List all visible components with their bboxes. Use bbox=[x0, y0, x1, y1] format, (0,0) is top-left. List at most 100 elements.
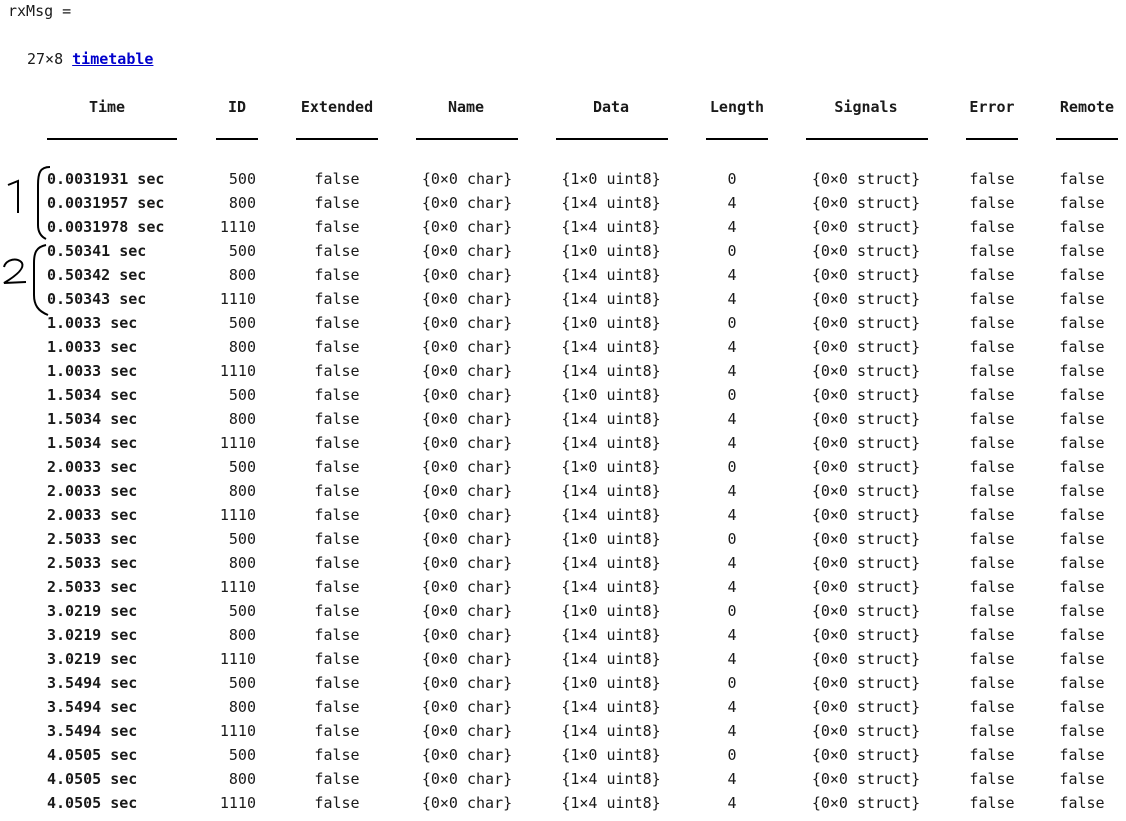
table-row: 1.5034 sec 1110 false {0×0 char} {1×4 uint8}… bbox=[0, 432, 1126, 456]
cell-extended: false bbox=[314, 746, 360, 764]
cell-signals: {0×0 struct} bbox=[811, 458, 921, 476]
cell-length: 4 bbox=[727, 290, 737, 308]
cell-length: 4 bbox=[727, 698, 737, 716]
cell-error: false bbox=[969, 602, 1015, 620]
cell-remote: false bbox=[1059, 506, 1105, 524]
cell-id: 1110 bbox=[219, 506, 256, 524]
cell-length: 4 bbox=[727, 554, 737, 572]
cell-time: 0.0031931 sec bbox=[47, 170, 165, 188]
cell-data: {1×0 uint8} bbox=[561, 242, 661, 260]
cell-error: false bbox=[969, 530, 1015, 548]
cell-id: 500 bbox=[228, 242, 256, 260]
cell-length: 0 bbox=[727, 674, 737, 692]
cell-remote: false bbox=[1059, 578, 1105, 596]
cell-time: 4.0505 sec bbox=[47, 794, 138, 812]
cell-length: 0 bbox=[727, 746, 737, 764]
cell-error: false bbox=[969, 578, 1015, 596]
cell-remote: false bbox=[1059, 698, 1105, 716]
cell-name: {0×0 char} bbox=[421, 554, 513, 572]
cell-signals: {0×0 struct} bbox=[811, 578, 921, 596]
cell-data: {1×4 uint8} bbox=[561, 626, 661, 644]
cell-signals: {0×0 struct} bbox=[811, 746, 921, 764]
cell-extended: false bbox=[314, 266, 360, 284]
table-row: 0.0031931 sec 500 false {0×0 char} {1×0 uint… bbox=[0, 168, 1126, 192]
cell-signals: {0×0 struct} bbox=[811, 650, 921, 668]
cell-extended: false bbox=[314, 578, 360, 596]
cell-signals: {0×0 struct} bbox=[811, 722, 921, 740]
cell-name: {0×0 char} bbox=[421, 290, 513, 308]
cell-data: {1×0 uint8} bbox=[561, 386, 661, 404]
header-extended: Extended bbox=[300, 98, 374, 116]
cell-signals: {0×0 struct} bbox=[811, 674, 921, 692]
timetable-link[interactable]: timetable bbox=[72, 50, 153, 68]
table-row: 0.50343 sec 1110 false {0×0 char} {1×4 uint8… bbox=[0, 288, 1126, 312]
cell-name: {0×0 char} bbox=[421, 458, 513, 476]
cell-extended: false bbox=[314, 698, 360, 716]
cell-name: {0×0 char} bbox=[421, 434, 513, 452]
cell-id: 500 bbox=[228, 458, 256, 476]
cell-length: 4 bbox=[727, 794, 737, 812]
cell-length: 4 bbox=[727, 410, 737, 428]
variable-name: rxMsg = bbox=[8, 2, 72, 20]
cell-id: 800 bbox=[228, 698, 256, 716]
cell-data: {1×4 uint8} bbox=[561, 194, 661, 212]
cell-time: 0.50341 sec bbox=[47, 242, 147, 260]
cell-id: 800 bbox=[228, 338, 256, 356]
table-row: 3.0219 sec 500 false {0×0 char} {1×0 uint8} 0… bbox=[0, 600, 1126, 624]
table-row: 0.50342 sec 800 false {0×0 char} {1×4 uint8}… bbox=[0, 264, 1126, 288]
cell-extended: false bbox=[314, 482, 360, 500]
cell-name: {0×0 char} bbox=[421, 266, 513, 284]
header-underline-signals bbox=[806, 138, 928, 140]
cell-error: false bbox=[969, 194, 1015, 212]
table-row: 1.0033 sec 1110 false {0×0 char} {1×4 uint8}… bbox=[0, 360, 1126, 384]
cell-remote: false bbox=[1059, 218, 1105, 236]
table-row: 0.50341 sec 500 false {0×0 char} {1×0 uint8}… bbox=[0, 240, 1126, 264]
cell-signals: {0×0 struct} bbox=[811, 554, 921, 572]
cell-remote: false bbox=[1059, 242, 1105, 260]
cell-time: 0.0031957 sec bbox=[47, 194, 165, 212]
cell-id: 500 bbox=[228, 746, 256, 764]
cell-data: {1×0 uint8} bbox=[561, 530, 661, 548]
table-body: 0.0031931 sec 500 false {0×0 char} {1×0 uint… bbox=[0, 168, 1126, 816]
cell-extended: false bbox=[314, 650, 360, 668]
cell-error: false bbox=[969, 554, 1015, 572]
cell-id: 500 bbox=[228, 314, 256, 332]
cell-signals: {0×0 struct} bbox=[811, 482, 921, 500]
table-size: 27×8 bbox=[27, 50, 64, 68]
cell-extended: false bbox=[314, 506, 360, 524]
cell-data: {1×0 uint8} bbox=[561, 674, 661, 692]
cell-id: 1110 bbox=[219, 290, 256, 308]
header-signals: Signals bbox=[834, 98, 898, 116]
header-underline-remote bbox=[1056, 138, 1118, 140]
cell-time: 2.5033 sec bbox=[47, 578, 138, 596]
header-remote: Remote bbox=[1059, 98, 1115, 116]
cell-error: false bbox=[969, 242, 1015, 260]
cell-time: 3.5494 sec bbox=[47, 722, 138, 740]
cell-length: 4 bbox=[727, 626, 737, 644]
cell-extended: false bbox=[314, 218, 360, 236]
header-time: Time bbox=[88, 98, 126, 116]
cell-error: false bbox=[969, 338, 1015, 356]
cell-length: 4 bbox=[727, 722, 737, 740]
cell-remote: false bbox=[1059, 530, 1105, 548]
cell-extended: false bbox=[314, 602, 360, 620]
table-row: 1.5034 sec 800 false {0×0 char} {1×4 uint8} 4… bbox=[0, 408, 1126, 432]
table-row: 0.0031978 sec 1110 false {0×0 char} {1×4 uin… bbox=[0, 216, 1126, 240]
cell-remote: false bbox=[1059, 626, 1105, 644]
cell-error: false bbox=[969, 290, 1015, 308]
cell-name: {0×0 char} bbox=[421, 242, 513, 260]
cell-length: 0 bbox=[727, 314, 737, 332]
cell-error: false bbox=[969, 722, 1015, 740]
cell-data: {1×0 uint8} bbox=[561, 170, 661, 188]
cell-signals: {0×0 struct} bbox=[811, 770, 921, 788]
cell-data: {1×4 uint8} bbox=[561, 410, 661, 428]
cell-remote: false bbox=[1059, 338, 1105, 356]
header-underline-name bbox=[416, 138, 518, 140]
cell-error: false bbox=[969, 794, 1015, 812]
table-row: 3.5494 sec 1110 false {0×0 char} {1×4 uint8}… bbox=[0, 720, 1126, 744]
cell-time: 4.0505 sec bbox=[47, 770, 138, 788]
cell-error: false bbox=[969, 218, 1015, 236]
cell-data: {1×4 uint8} bbox=[561, 722, 661, 740]
cell-time: 2.0033 sec bbox=[47, 482, 138, 500]
cell-data: {1×0 uint8} bbox=[561, 602, 661, 620]
